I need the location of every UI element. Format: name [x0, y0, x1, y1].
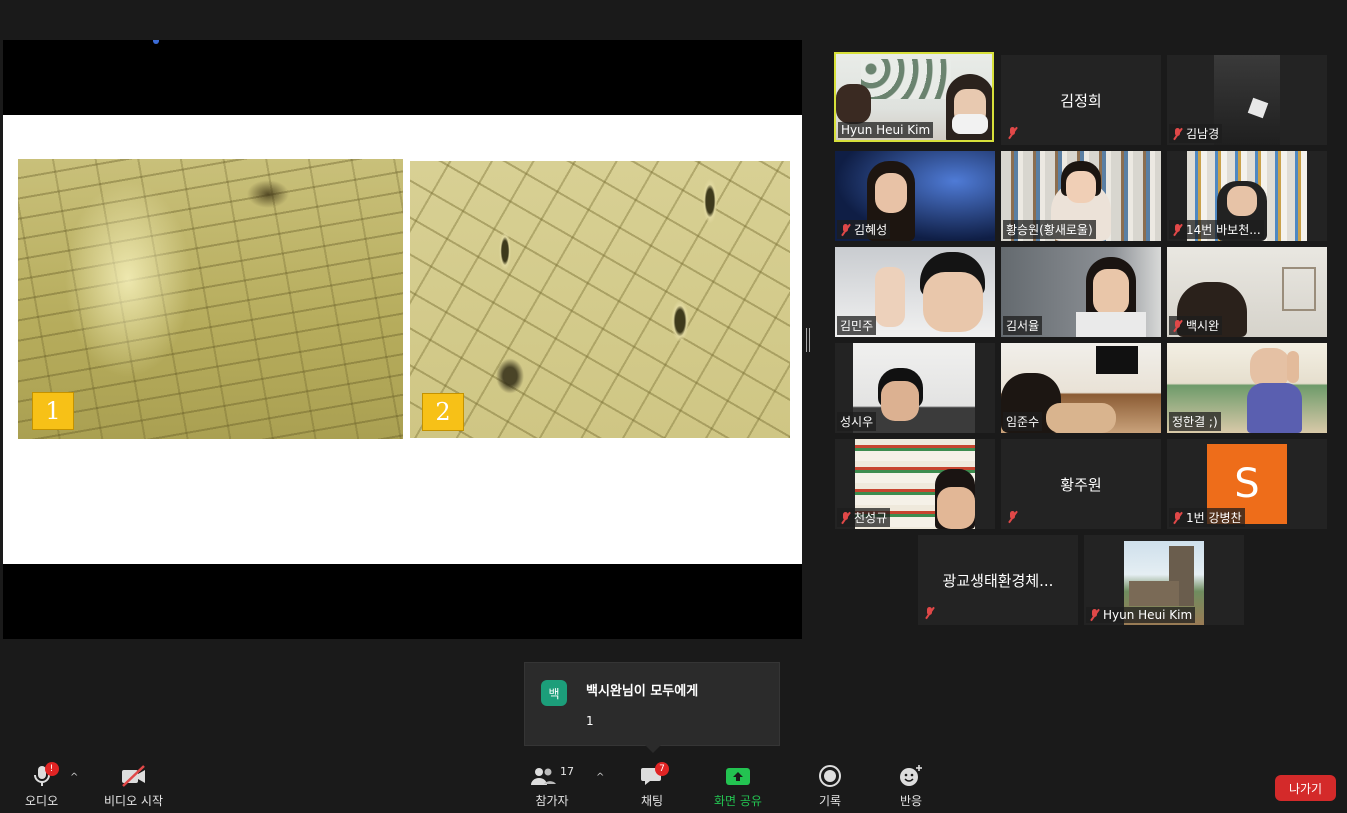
participant-tile[interactable]: 정한결 ;) [1167, 343, 1327, 433]
chat-notification[interactable]: 백 백시완님이 모두에게 1 [524, 662, 780, 753]
participant-tile[interactable]: 황승원(황새로울) [1001, 151, 1161, 241]
muted-mic-icon [1172, 223, 1183, 236]
participant-tile[interactable]: 임준수 [1001, 343, 1161, 433]
participant-name: 백시완 [1169, 316, 1223, 335]
record-icon [819, 765, 841, 787]
participants-count: 17 [560, 764, 574, 778]
audio-options-caret-icon[interactable]: ^ [70, 772, 78, 783]
audio-button[interactable]: ! 오디오 [25, 762, 59, 809]
presentation-slide: 1 2 [3, 115, 802, 564]
leave-meeting-button[interactable]: 나가기 [1275, 775, 1336, 801]
participant-name: 김서율 [1003, 316, 1043, 335]
audio-label: 오디오 [25, 794, 59, 808]
participants-options-caret-icon[interactable]: ^ [596, 772, 604, 783]
chat-button[interactable]: 7 채팅 [640, 762, 669, 809]
video-off-icon [121, 765, 145, 787]
image-number-tag-2: 2 [422, 393, 464, 431]
participant-name: 성시우 [837, 412, 877, 431]
chat-sender: 백시완님이 모두에게 [586, 684, 699, 699]
participant-tile[interactable]: 김민주 [835, 247, 995, 337]
participant-tile[interactable]: 김혜성 [835, 151, 995, 241]
muted-mic-icon [1172, 319, 1183, 332]
participant-tile[interactable]: 김정희 [1001, 55, 1161, 145]
panel-resize-handle[interactable] [806, 328, 810, 352]
reactions-label: 반응 [899, 794, 923, 808]
participant-name: 정한결 ;) [1169, 412, 1221, 431]
participant-name: Hyun Heui Kim [838, 122, 934, 138]
reaction-smiley-icon [900, 765, 922, 786]
participant-tile[interactable]: 김서율 [1001, 247, 1161, 337]
participant-tile[interactable]: 성시우 [835, 343, 995, 433]
share-screen-button[interactable]: 화면 공유 [714, 763, 762, 809]
participant-tile[interactable]: 백시완 [1167, 247, 1327, 337]
muted-mic-icon [924, 607, 935, 619]
participant-tile[interactable]: Hyun Heui Kim [834, 52, 994, 142]
participant-video [1214, 55, 1280, 145]
participants-icon [531, 768, 556, 785]
participant-name: 14번 바보천... [1169, 220, 1264, 239]
share-screen-label: 화면 공유 [714, 794, 762, 808]
participant-tile[interactable]: Hyun Heui Kim [1084, 535, 1244, 625]
participant-tile[interactable]: S 1번 강병찬 [1167, 439, 1327, 529]
participant-name-center: 김정희 [1060, 91, 1102, 110]
muted-mic-icon [1089, 609, 1100, 621]
image-number-tag-1: 1 [32, 392, 74, 430]
participant-name: 임준수 [1003, 412, 1043, 431]
participant-tile[interactable]: 김남경 [1167, 55, 1327, 145]
microscope-image-1: 1 [18, 159, 403, 439]
participant-tile[interactable]: 천성규 [835, 439, 995, 529]
chat-label: 채팅 [640, 794, 664, 808]
muted-mic-icon [840, 223, 851, 236]
participant-tile[interactable]: 14번 바보천... [1167, 151, 1327, 241]
microscope-image-2: 2 [410, 161, 790, 438]
participant-name: Hyun Heui Kim [1086, 607, 1196, 623]
participant-name: 김혜성 [837, 220, 891, 239]
participant-name-center: 황주원 [1060, 475, 1102, 494]
muted-mic-icon [1007, 511, 1018, 523]
shared-screen: 1 2 [3, 40, 802, 639]
participant-name: 1번 강병찬 [1169, 508, 1245, 527]
participant-tile[interactable]: 황주원 [1001, 439, 1161, 529]
muted-mic-icon [1007, 127, 1018, 139]
video-label: 비디오 시작 [104, 794, 164, 808]
participant-name: 김남경 [1169, 124, 1223, 143]
participant-tile[interactable]: 광교생태환경체... [918, 535, 1078, 625]
audio-alert-badge: ! [44, 762, 59, 776]
start-video-button[interactable]: 비디오 시작 [104, 763, 163, 809]
participant-name: 천성규 [837, 508, 891, 527]
record-label: 기록 [818, 794, 842, 808]
reactions-button[interactable]: 반응 [898, 763, 924, 809]
chat-message: 1 [586, 714, 594, 728]
chat-sender-avatar: 백 [541, 680, 567, 706]
participant-name: 황승원(황새로울) [1003, 220, 1096, 239]
share-screen-icon [725, 768, 750, 785]
record-button[interactable]: 기록 [818, 763, 842, 809]
muted-mic-icon [1172, 511, 1183, 524]
share-indicator-dot [153, 40, 159, 44]
chat-unread-badge: 7 [655, 762, 669, 776]
participants-button[interactable]: 17 참가자 [529, 763, 575, 809]
muted-mic-icon [840, 511, 851, 524]
participant-name-center: 광교생태환경체... [942, 571, 1054, 590]
participant-name: 김민주 [837, 316, 877, 335]
muted-mic-icon [1172, 127, 1183, 140]
participants-label: 참가자 [535, 794, 569, 808]
